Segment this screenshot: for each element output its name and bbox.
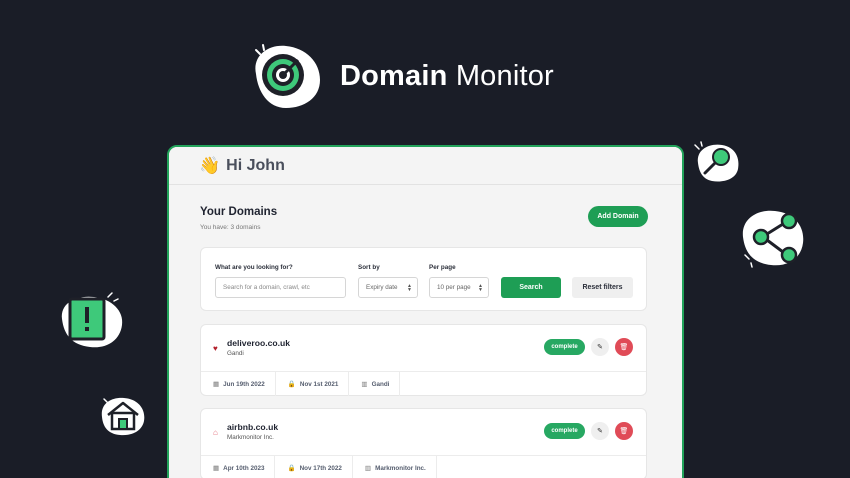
status-badge: complete [544, 339, 585, 355]
per-page-value: 10 per page [437, 284, 471, 291]
registered-date: 🔒 Nov 17th 2022 [275, 456, 353, 478]
registrar-meta: ▥ Markmonitor Inc. [353, 456, 437, 478]
pencil-icon: ✎ [597, 344, 603, 351]
per-page-select[interactable]: 10 per page ▲ ▼ [429, 277, 489, 298]
airbnb-icon: ⌂ [213, 428, 218, 437]
sort-value: Expiry date [366, 284, 398, 291]
radar-logo-icon [246, 40, 324, 112]
section-title: Your Domains [200, 206, 278, 218]
heart-icon: ♥ [213, 344, 218, 353]
lock-icon: 🔒 [287, 465, 296, 472]
delete-button[interactable]: 🗑 [615, 338, 633, 356]
registered-date: 🔒 Nov 1st 2021 [276, 372, 350, 396]
app-window: 👋 Hi John Your Domains You have: 3 domai… [167, 145, 684, 478]
search-input[interactable]: Search for a domain, crawl, etc [215, 277, 346, 298]
select-arrows-icon: ▲ ▼ [407, 282, 412, 293]
app-header: 👋 Hi John [169, 147, 682, 185]
magnifier-sticker-icon [692, 141, 742, 188]
domain-registrar: Markmonitor Inc. [227, 434, 274, 441]
domain-name[interactable]: deliveroo.co.uk [227, 338, 290, 348]
edit-button[interactable]: ✎ [591, 422, 609, 440]
pencil-icon: ✎ [597, 428, 603, 435]
filter-panel: What are you looking for? Search for a d… [200, 247, 647, 311]
building-icon: ▥ [364, 465, 372, 472]
reset-filters-button[interactable]: Reset filters [572, 277, 633, 298]
domain-card: ♥ deliveroo.co.uk Gandi complete ✎ 🗑 ▦ Ju… [200, 324, 647, 396]
brand-title: Domain Monitor [340, 59, 554, 92]
per-page-label: Per page [429, 264, 456, 271]
delete-button[interactable]: 🗑 [615, 422, 633, 440]
wave-icon: 👋 [199, 155, 221, 175]
lock-icon: 🔒 [287, 381, 296, 388]
brand-logo: Domain Monitor [246, 40, 554, 112]
add-domain-button[interactable]: Add Domain [588, 206, 648, 227]
search-label: What are you looking for? [215, 264, 293, 271]
sort-label: Sort by [358, 264, 380, 271]
search-button[interactable]: Search [501, 277, 561, 298]
calendar-icon: ▦ [213, 465, 220, 472]
registrar-meta: ▥ Gandi [349, 372, 401, 396]
trash-icon: 🗑 [619, 428, 629, 435]
share-sticker-icon [737, 205, 809, 276]
alert-sticker-icon [58, 291, 126, 356]
sort-select[interactable]: Expiry date ▲ ▼ [358, 277, 418, 298]
domain-name[interactable]: airbnb.co.uk [227, 422, 278, 432]
domain-count: You have: 3 domains [200, 224, 261, 231]
greeting: 👋 Hi John [199, 156, 285, 176]
greeting-text: Hi John [226, 156, 285, 174]
building-icon: ▥ [361, 381, 368, 388]
expiry-date: ▦ Apr 10th 2023 [201, 456, 276, 478]
calendar-icon: ▦ [213, 381, 220, 388]
status-badge: complete [544, 423, 585, 439]
edit-button[interactable]: ✎ [591, 338, 609, 356]
select-arrows-icon: ▲ ▼ [478, 282, 483, 293]
trash-icon: 🗑 [619, 344, 629, 351]
domain-registrar: Gandi [227, 350, 244, 357]
expiry-date: ▦ Jun 19th 2022 [201, 372, 276, 396]
domain-card: ⌂ airbnb.co.uk Markmonitor Inc. complete… [200, 408, 647, 478]
house-sticker-icon [98, 393, 148, 442]
